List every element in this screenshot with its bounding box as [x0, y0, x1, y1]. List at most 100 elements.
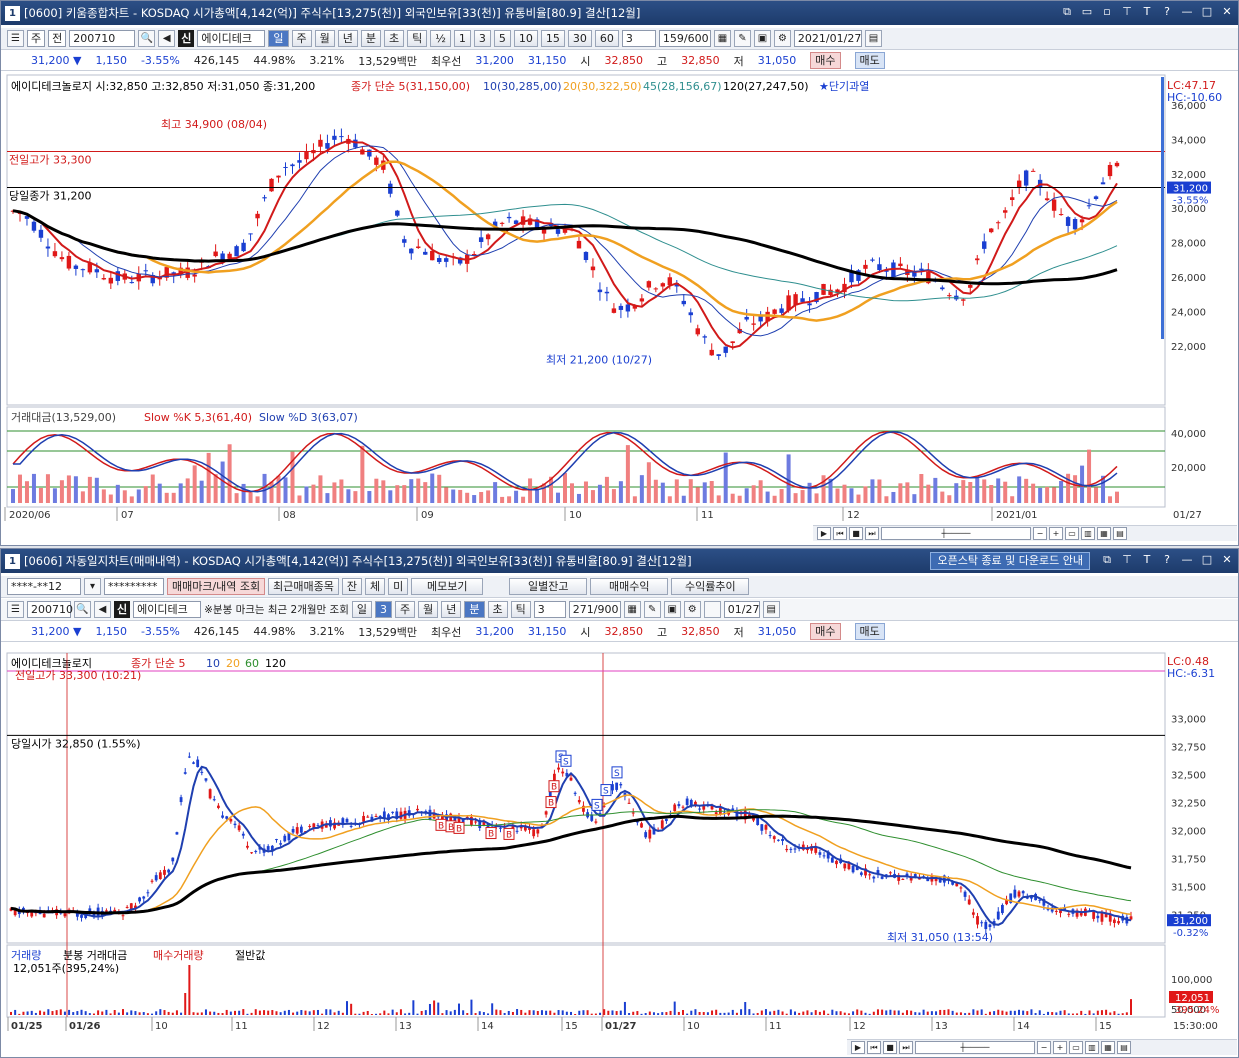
close-icon[interactable]: ✕ — [1220, 4, 1234, 20]
interval-15[interactable]: 15 — [540, 30, 565, 47]
text-icon[interactable]: T — [1140, 4, 1154, 20]
interval-5[interactable]: 5 — [493, 30, 511, 47]
memo-button[interactable]: 메모보기 — [411, 578, 484, 595]
zoom-slider[interactable]: ┼───── — [881, 527, 1031, 540]
help-icon[interactable]: ? — [1160, 4, 1174, 20]
search-icon-2[interactable]: 🔍 — [74, 601, 91, 618]
trade-mark-button[interactable]: 매매마크/내역 조회 — [167, 578, 266, 595]
type-select[interactable]: 주 — [27, 30, 46, 47]
title-bar-2[interactable]: 1 [0606] 자동일지차트(매매내역) - KOSDAQ 시가총액[4,14… — [1, 549, 1238, 573]
link-icon[interactable]: ⧉ — [1060, 4, 1074, 20]
speaker-icon[interactable]: ◀ — [158, 30, 176, 47]
zoom-in-icon[interactable]: + — [1049, 527, 1063, 540]
return-trend-button[interactable]: 수익률추이 — [671, 578, 750, 595]
stock-name[interactable]: 에이디테크 — [197, 30, 266, 47]
period-minute-2[interactable]: 분 — [464, 601, 485, 618]
zoom-out-icon[interactable]: − — [1033, 527, 1047, 540]
gear-icon-2[interactable]: ⚙ — [683, 601, 701, 618]
period-month[interactable]: 월 — [314, 30, 335, 47]
balance-button[interactable]: 잔 — [341, 578, 363, 595]
link-icon-2[interactable]: ⧉ — [1100, 552, 1114, 568]
interval-3[interactable]: 3 — [473, 30, 491, 47]
chart-scroll-controls[interactable]: ▶ ⏮ ■ ⏭ ┼───── − + ▭ ▥ ▦ ▤ — [813, 525, 1237, 541]
period-tick[interactable]: 틱 — [407, 30, 428, 47]
trade-profit-button[interactable]: 매매수익 — [590, 578, 669, 595]
sell-button-2[interactable]: 매도 — [854, 623, 885, 640]
scroll-first-icon-2[interactable]: ⏮ — [867, 1041, 881, 1054]
period-week-2[interactable]: 주 — [395, 601, 416, 618]
help-icon-2[interactable]: ? — [1160, 552, 1174, 568]
interval-1[interactable]: 1 — [453, 30, 471, 47]
stop-icon-2[interactable]: ■ — [883, 1041, 897, 1054]
scroll-last-icon-2[interactable]: ⏭ — [899, 1041, 913, 1054]
period-tick-2[interactable]: 틱 — [510, 601, 531, 618]
calendar-icon-2[interactable]: ▤ — [762, 601, 780, 618]
grid-icon[interactable]: ▦ — [1097, 527, 1111, 540]
daily-balance-button[interactable]: 일별잔고 — [509, 578, 588, 595]
period-year[interactable]: 년 — [337, 30, 358, 47]
stop-icon[interactable]: ■ — [849, 527, 863, 540]
unfilled-button[interactable]: 미 — [388, 578, 409, 595]
interval-10[interactable]: 10 — [513, 30, 538, 47]
gear-icon[interactable]: ⚙ — [773, 30, 791, 47]
date-input-2[interactable]: 01/27 — [723, 601, 760, 618]
table-icon[interactable]: ▤ — [1113, 527, 1127, 540]
pin-icon-2[interactable]: ⊤ — [1120, 552, 1134, 568]
grid-icon-2[interactable]: ▦ — [1101, 1041, 1115, 1054]
scroll-last-icon[interactable]: ⏭ — [865, 527, 879, 540]
sell-button[interactable]: 매도 — [854, 52, 885, 69]
daily-candle-chart[interactable]: 에이디테크놀로지 시:32,850 고:32,850 저:31,050 종:31… — [1, 73, 1238, 525]
title-bar[interactable]: 1 [0600] 키움종합차트 - KOSDAQ 시가총액[4,142(억)] … — [1, 1, 1238, 25]
interval-60[interactable]: 60 — [594, 30, 619, 47]
minute-candle-chart[interactable]: 에이디테크놀로지 종가 단순 5 10 20 60 120 LC:0.48 HC… — [1, 645, 1238, 1045]
period-second[interactable]: 초 — [384, 30, 405, 47]
layout-icon[interactable]: ▭ — [1080, 4, 1094, 20]
account-dropdown-icon[interactable]: ▾ — [84, 578, 101, 595]
tick-select[interactable]: 3 — [533, 601, 566, 618]
table-icon-2[interactable]: ▤ — [1117, 1041, 1131, 1054]
grid-tool-icon-2[interactable]: ▦ — [623, 601, 641, 618]
period-year-2[interactable]: 년 — [441, 601, 462, 618]
scroll-right-icon[interactable]: ▶ — [817, 527, 831, 540]
password-field[interactable]: ********* — [104, 578, 164, 595]
save-icon-2[interactable]: ▣ — [663, 601, 681, 618]
all-select[interactable]: 전 — [48, 30, 67, 47]
maximize-icon[interactable]: □ — [1200, 4, 1214, 20]
period-day-2[interactable]: 일 — [351, 601, 372, 618]
minimize-icon-2[interactable]: — — [1180, 552, 1194, 568]
period-month-2[interactable]: 월 — [418, 601, 439, 618]
period-second-2[interactable]: 초 — [487, 601, 508, 618]
executed-button[interactable]: 체 — [365, 578, 386, 595]
code-input-2[interactable]: 200710 — [27, 601, 73, 618]
search-icon[interactable]: 🔍 — [138, 30, 156, 47]
date-checkbox[interactable] — [703, 601, 721, 618]
half-button[interactable]: ½ — [430, 30, 451, 47]
chart-scroll-controls-2[interactable]: ▶ ⏮ ■ ⏭ ┼───── − + ▭ ▥ ▦ ▤ — [847, 1039, 1237, 1055]
stock-name-2[interactable]: 에이디테크 — [133, 601, 202, 618]
count-input-2[interactable]: 271/900 — [568, 601, 621, 618]
layout-icon-2[interactable]: ▭ — [1065, 527, 1079, 540]
bar-icon[interactable]: ▥ — [1081, 527, 1095, 540]
calendar-icon[interactable]: ▤ — [864, 30, 882, 47]
draw-tool-icon-2[interactable]: ✎ — [643, 601, 661, 618]
close-icon-2[interactable]: ✕ — [1220, 552, 1234, 568]
interval-select[interactable]: 3 — [621, 30, 656, 47]
code-input[interactable]: 200710 — [69, 30, 136, 47]
bar-icon-2[interactable]: ▥ — [1085, 1041, 1099, 1054]
maximize-icon-2[interactable]: □ — [1200, 552, 1214, 568]
zoom-out-icon-2[interactable]: − — [1037, 1041, 1051, 1054]
text-icon-2[interactable]: T — [1140, 552, 1154, 568]
layout-icon-3[interactable]: ▭ — [1069, 1041, 1083, 1054]
day-count[interactable]: 3 — [375, 601, 392, 618]
period-week[interactable]: 주 — [291, 30, 312, 47]
pin-icon[interactable]: ⊤ — [1120, 4, 1134, 20]
list-icon-2[interactable]: ☰ — [7, 601, 24, 618]
restore-small-icon[interactable]: ▫ — [1100, 4, 1114, 20]
recent-trades-button[interactable]: 최근매매종목 — [268, 578, 339, 595]
interval-30[interactable]: 30 — [567, 30, 592, 47]
scroll-first-icon[interactable]: ⏮ — [833, 527, 847, 540]
period-minute[interactable]: 분 — [360, 30, 381, 47]
buy-button[interactable]: 매수 — [810, 52, 841, 69]
grid-tool-icon[interactable]: ▦ — [713, 30, 731, 47]
count-input[interactable]: 159/600 — [658, 30, 711, 47]
